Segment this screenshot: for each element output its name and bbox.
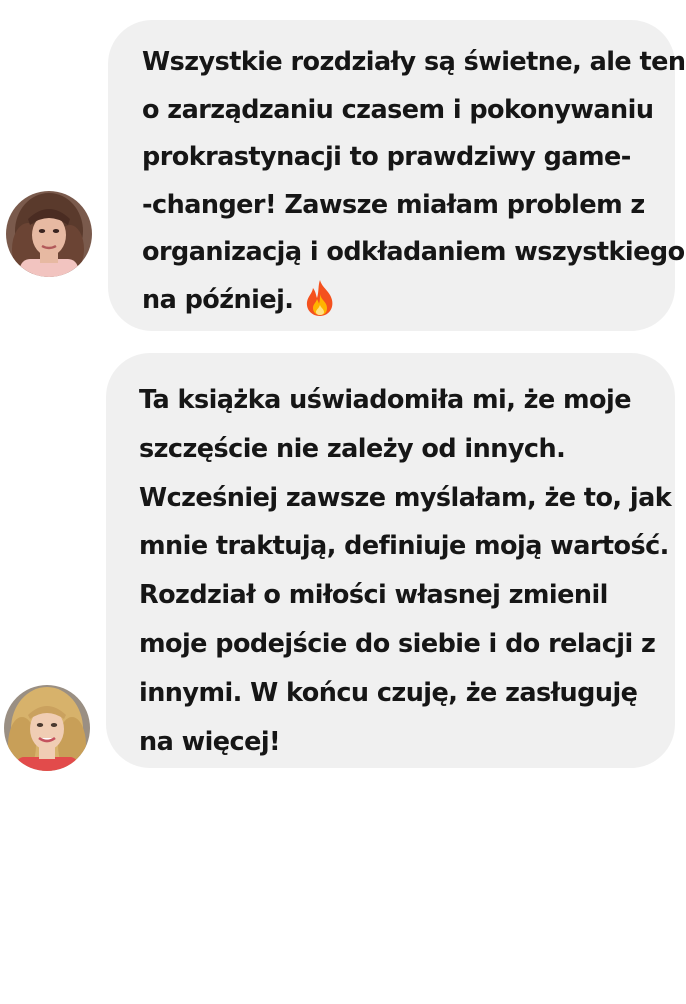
message-line: Wszystkie rozdziały są świetne, ale ten xyxy=(142,47,686,77)
message-line: moje podejście do siebie i do relacji z xyxy=(139,628,656,659)
message-line: Rozdział o miłości własnej zmienil xyxy=(139,580,608,611)
message-line: innymi. W końcu czuję, że zasługuję xyxy=(139,677,638,708)
message-bubble: Wszystkie rozdziały są świetne, ale ten … xyxy=(108,20,686,331)
user-photo-icon xyxy=(6,191,92,277)
avatar xyxy=(6,191,92,277)
testimonials-page: Wszystkie rozdziały są świetne, ale ten … xyxy=(0,0,686,1004)
message-line: -changer! Zawsze miałam problem z xyxy=(142,189,645,220)
message-line-text: na później. xyxy=(142,284,294,315)
message-line: Wcześniej zawsze myślałam, że to, jak xyxy=(139,482,672,513)
avatar xyxy=(4,685,90,771)
message-line: mnie traktują, definiuje moją wartość. xyxy=(139,531,669,562)
message-line: organizacją i odkładaniem wszystkiego xyxy=(142,237,685,268)
user-photo-icon xyxy=(4,685,90,771)
fire-emoji-icon xyxy=(307,279,333,316)
message-line: o zarządzaniu czasem i pokonywaniu xyxy=(142,94,654,125)
message-line: szczęście nie zależy od innych. xyxy=(139,433,566,464)
message-line-last: na później. xyxy=(142,277,665,325)
message-line: Ta książka uświadomiła mi, że moje xyxy=(139,385,632,415)
message-line: prokrastynacji to prawdziwy game- xyxy=(142,142,631,173)
message-bubble: Ta książka uświadomiła mi, że moje szczę… xyxy=(106,353,675,768)
message-line: na więcej! xyxy=(139,726,281,757)
